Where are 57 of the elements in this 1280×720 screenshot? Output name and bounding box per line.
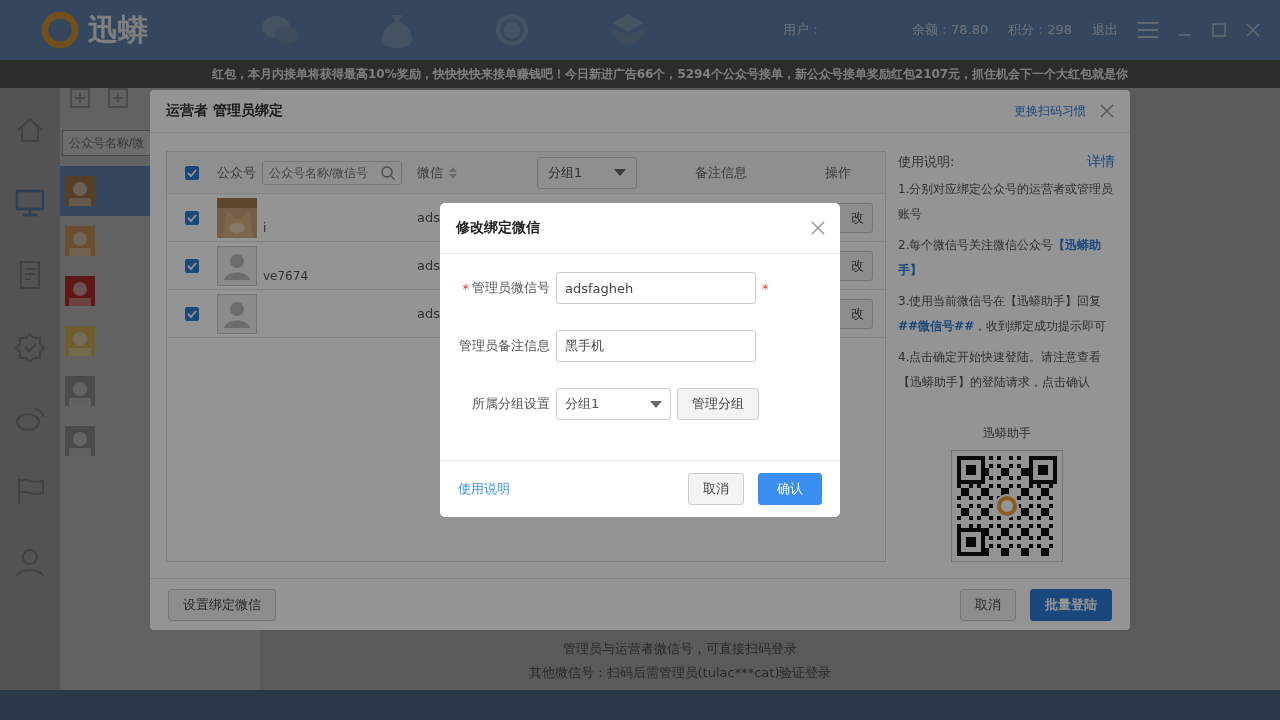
field-label: 管理员微信号 [472,279,550,297]
cancel-button[interactable]: 取消 [688,473,744,505]
table-cell: ads [417,306,440,322]
close-icon[interactable] [811,221,825,235]
table-cell: ads [417,258,440,274]
manage-groups-button[interactable]: 管理分组 [677,388,759,420]
checkbox[interactable] [185,165,199,180]
sort-icon[interactable] [449,166,457,179]
add-icon[interactable] [70,88,90,108]
avatar-icon [217,293,257,334]
column-header: 操作 [825,163,851,182]
set-wechat-button[interactable]: 设置绑定微信 [168,588,276,621]
ticker-text: 红包，本月内接单将获得最高10%奖励，快快快快来接单赚钱吧！今日新进广告66个，5294个公众号接单，新公众号接单奖励红包2107元，抓住机会下一个大红包就是你 [212,65,1129,83]
column-header: 备注信息 [695,163,747,182]
cancel-button[interactable]: 取消 [960,588,1016,621]
switch-link[interactable]: 更换扫码习惯 [1014,102,1086,120]
required-mark: * [762,280,769,296]
group-dropdown[interactable]: 分组1 [556,388,671,420]
checkbox[interactable] [185,306,199,321]
group-dropdown[interactable]: 分组1 [537,156,637,189]
search-icon [381,165,395,180]
column-header: 公众号 [217,163,256,182]
account-id: i [263,221,267,238]
table-cell: ads [417,210,440,226]
logo-text: 迅蟒 [87,10,149,49]
help-step: 2.每个微信号关注微信公众号【迅蟒助手】 [898,233,1115,284]
close-icon[interactable] [1246,23,1260,37]
add-icon[interactable] [108,88,128,108]
field-label: 管理员备注信息 [459,337,550,355]
close-icon[interactable] [1100,104,1114,119]
field-label: 所属分组设置 [472,395,550,413]
caret-icon [650,400,662,408]
help-step: 4.点击确定开始快速登陆。请注意查看【迅蟒助手】的登陆请求，点击确认 [898,345,1115,396]
monitor-icon[interactable] [15,188,45,218]
search-field[interactable]: 公众号名称/微信号 [262,160,402,185]
help-title: 使用说明: [898,153,955,172]
column-header[interactable]: 微信 [417,163,443,182]
confirm-button[interactable]: 确认 [758,473,822,505]
batch-login-button[interactable]: 批量登陆 [1030,588,1112,621]
avatar-icon [217,245,257,286]
help-step: 3.使用当前微信号在【迅蟒助手】回复##微信号##，收到绑定成功提示即可 [898,289,1115,340]
help-step: 1.分别对应绑定公众号的运营者或管理员账号 [898,177,1115,228]
checkbox[interactable] [185,258,199,273]
required-mark: * [462,280,469,296]
details-link[interactable]: 详情 [1087,153,1115,172]
input-field[interactable]: 黑手机 [556,330,756,362]
qr-caption: 迅蟒助手 [981,425,1032,443]
help-link[interactable]: 使用说明 [458,480,510,498]
dialog-title: 运营者 管理员绑定 [166,102,283,121]
account-id: ve7674 [263,269,309,286]
dialog-title: 修改绑定微信 [456,219,540,237]
checkbox[interactable] [185,210,199,225]
input-field[interactable]: adsfagheh [556,272,756,304]
logo-icon [40,10,80,50]
caret-icon [614,169,626,177]
menu-icon[interactable] [1138,22,1158,38]
maximize-icon[interactable] [1212,23,1226,37]
